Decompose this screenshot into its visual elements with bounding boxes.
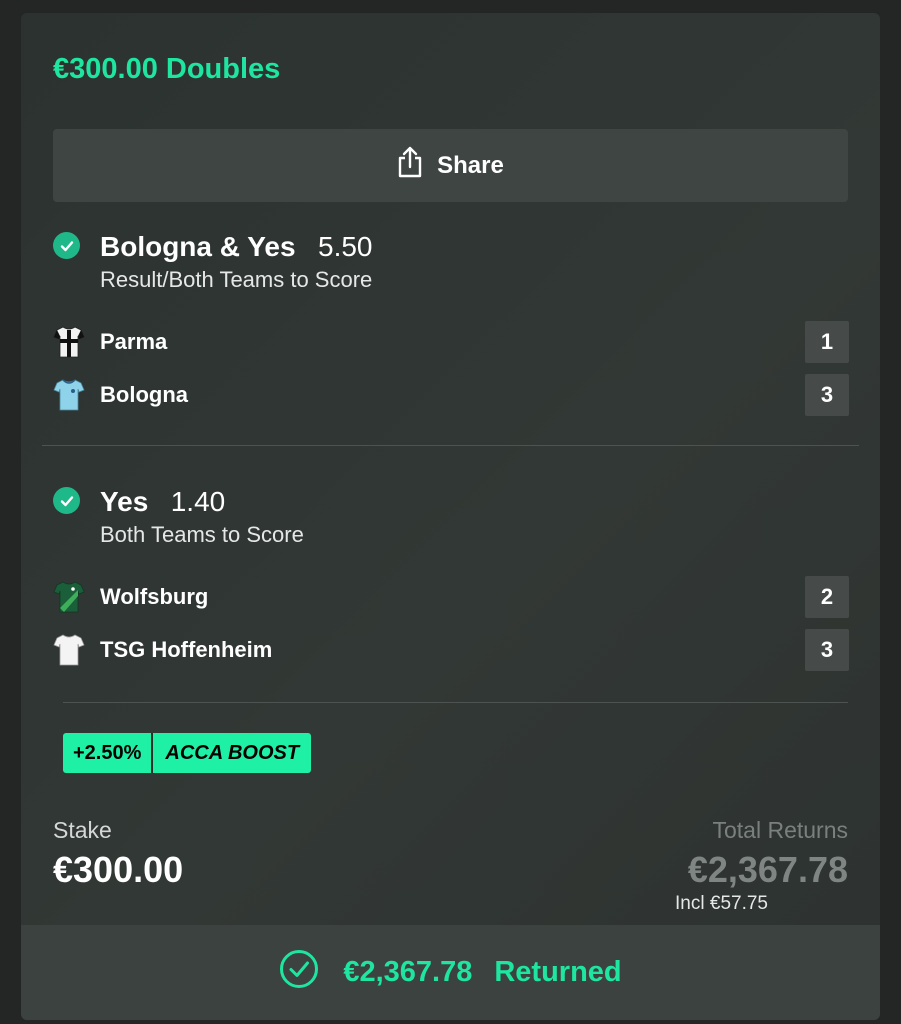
team-row: Parma 1 [53, 321, 849, 363]
returned-amount: €2,367.78 [343, 956, 473, 988]
check-icon [53, 487, 80, 514]
team-name: Parma [100, 329, 168, 354]
selection-market: Result/Both Teams to Score [100, 267, 373, 292]
result-footer: €2,367.78 Returned [21, 925, 880, 1020]
share-button[interactable]: Share [53, 129, 848, 202]
boost-label: ACCA BOOST [165, 741, 300, 764]
returned-status: Returned [494, 956, 622, 988]
selection-name: Bologna & Yes [100, 231, 296, 262]
parma-shirt-icon [53, 325, 85, 359]
check-circle-icon [279, 949, 319, 997]
boost-included-amount: Incl €57.75 [675, 893, 768, 914]
selection-name: Yes [100, 486, 149, 517]
team-name: Wolfsburg [100, 584, 209, 609]
team-score: 3 [805, 374, 849, 416]
hoffenheim-shirt-icon [53, 633, 85, 667]
team-row: Wolfsburg 2 [53, 576, 849, 618]
stake-value: €300.00 [53, 849, 184, 890]
selection-odds: 5.50 [318, 231, 373, 262]
team-score: 3 [805, 629, 849, 671]
bet-card: €300.00 Doubles Share Bologna & Yes 5.50… [21, 13, 880, 1020]
selection-odds: 1.40 [170, 486, 226, 517]
selection-market: Both Teams to Score [100, 522, 304, 547]
share-label: Share [437, 151, 504, 179]
divider [42, 445, 859, 446]
team-name: TSG Hoffenheim [100, 637, 273, 662]
boost-percent: +2.50% [63, 733, 154, 773]
selection-header: Yes 1.40 [100, 486, 225, 518]
bologna-shirt-icon [53, 378, 85, 412]
check-icon [53, 232, 80, 259]
share-icon [397, 146, 437, 185]
stake-label: Stake [53, 817, 112, 843]
selection-header: Bologna & Yes 5.50 [100, 231, 373, 263]
total-returns-label: Total Returns [712, 817, 848, 843]
divider [63, 702, 848, 703]
total-returns-value: €2,367.78 [687, 849, 848, 890]
team-score: 2 [805, 576, 849, 618]
bet-title: €300.00 Doubles [53, 53, 281, 85]
team-row: TSG Hoffenheim 3 [53, 629, 849, 671]
team-name: Bologna [100, 382, 188, 407]
team-row: Bologna 3 [53, 374, 849, 416]
team-score: 1 [805, 321, 849, 363]
acca-boost-badge: +2.50% ACCA BOOST [63, 733, 312, 773]
wolfsburg-shirt-icon [53, 580, 85, 614]
